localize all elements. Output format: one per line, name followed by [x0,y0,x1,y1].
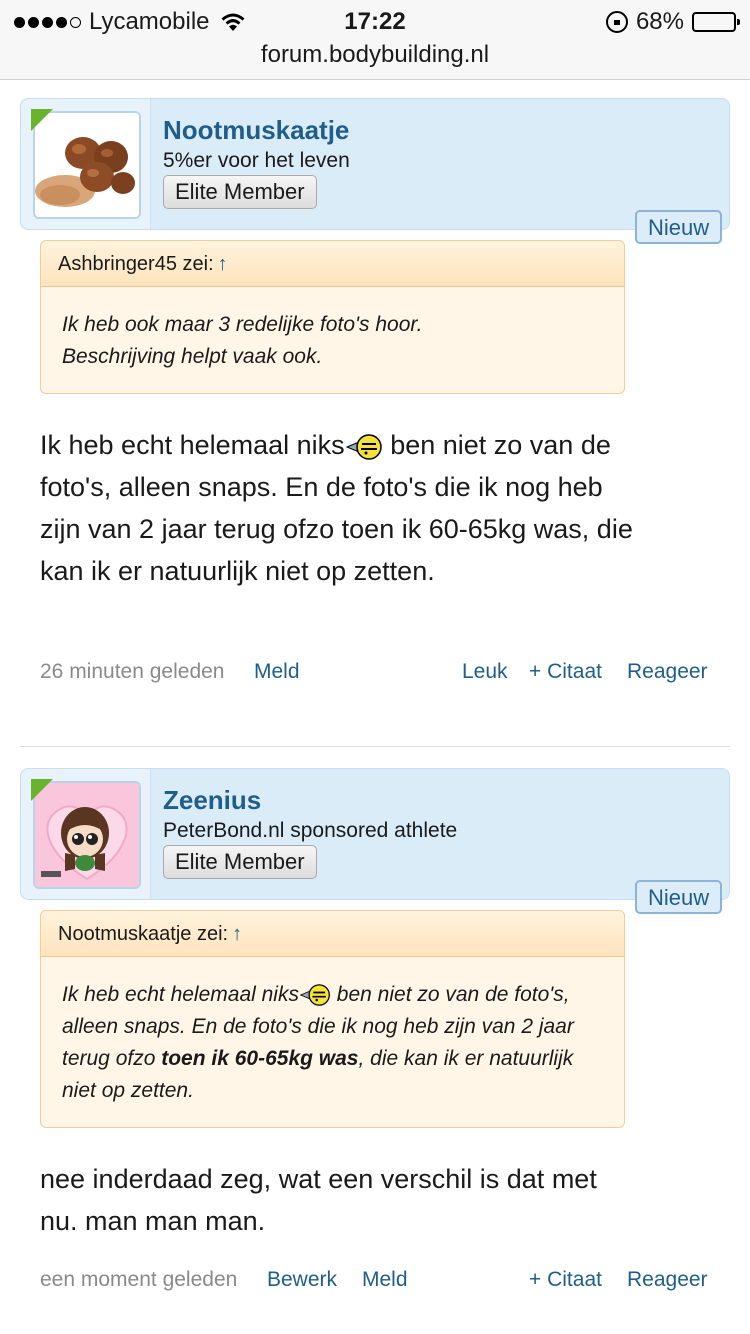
reply-link[interactable]: Reageer [627,1268,708,1292]
rank-badge: Elite Member [163,175,317,209]
jump-to-post-arrow-icon[interactable]: ↑ [232,923,242,945]
avatar-container [21,99,151,229]
post-text-part: Ik heb echt helemaal niks [40,430,345,460]
user-header: Nootmuskaatje 5%er voor het leven Elite … [20,98,730,230]
battery-icon [692,12,740,32]
quote-link[interactable]: + Citaat [529,660,602,684]
post-footer: 26 minuten geleden Meld Leuk + Citaat Re… [40,660,710,690]
post-body: nee inderdaad zeg, wat een verschil is d… [40,1164,597,1236]
quote-body: Ik heb echt helemaal niks ben niet zo va… [41,957,624,1127]
reply-link[interactable]: Reageer [627,660,708,684]
quote-author: Nootmuskaatje zei: [58,923,229,945]
quote-line: Beschrijving helpt vaak ook. [62,345,323,368]
post-divider [20,746,730,747]
report-link[interactable]: Meld [362,1268,408,1292]
user-title: PeterBond.nl sponsored athlete [163,819,458,842]
quote-line: Ik heb ook maar 3 redelijke foto's hoor. [62,313,423,336]
user-title: 5%er voor het leven [163,149,350,172]
post-time: een moment geleden [40,1268,238,1291]
status-right: 68% [605,8,740,36]
quote-bold-text: toen ik 60-65kg was [161,1047,359,1070]
new-badge: Nieuw [635,210,723,244]
online-indicator-icon [31,779,53,801]
like-link[interactable]: Leuk [462,660,508,684]
url-bar[interactable]: forum.bodybuilding.nl [0,36,750,80]
jump-to-post-arrow-icon[interactable]: ↑ [218,253,228,275]
online-indicator-icon [31,109,53,131]
status-bar: Lycamobile 17:22 68% [0,0,750,40]
quote-box: Nootmuskaatje zei: ↑ Ik heb echt helemaal… [40,910,625,1128]
quote-header: Ashbringer45 zei: ↑ [41,241,624,287]
quote-link[interactable]: + Citaat [529,1268,602,1292]
quote-header: Nootmuskaatje zei: ↑ [41,911,624,957]
quote-box: Ashbringer45 zei: ↑ Ik heb ook maar 3 red… [40,240,625,394]
username-link[interactable]: Nootmuskaatje [163,115,349,146]
post-body: Ik heb echt helemaal niks ben niet zo va… [40,424,640,592]
avatar-container [21,769,151,899]
quote-text-part: Ik heb echt helemaal niks [62,983,299,1006]
user-header: Zeenius PeterBond.nl sponsored athlete E… [20,768,730,900]
post-time: 26 minuten geleden [40,660,225,683]
edit-link[interactable]: Bewerk [267,1268,337,1292]
url-domain: forum.bodybuilding.nl [260,41,490,68]
username-link[interactable]: Zeenius [163,785,261,816]
smiley-icon [299,984,330,1007]
battery-percent: 68% [635,8,684,35]
orientation-lock-icon [605,11,628,33]
new-badge: Nieuw [635,880,723,914]
rank-badge: Elite Member [163,845,317,879]
smiley-icon [345,434,382,460]
report-link[interactable]: Meld [254,660,300,684]
quote-author: Ashbringer45 zei: [58,253,214,275]
post-footer: een moment geleden Bewerk Meld + Citaat … [40,1268,710,1298]
quote-body: Ik heb ook maar 3 redelijke foto's hoor.… [41,287,624,393]
